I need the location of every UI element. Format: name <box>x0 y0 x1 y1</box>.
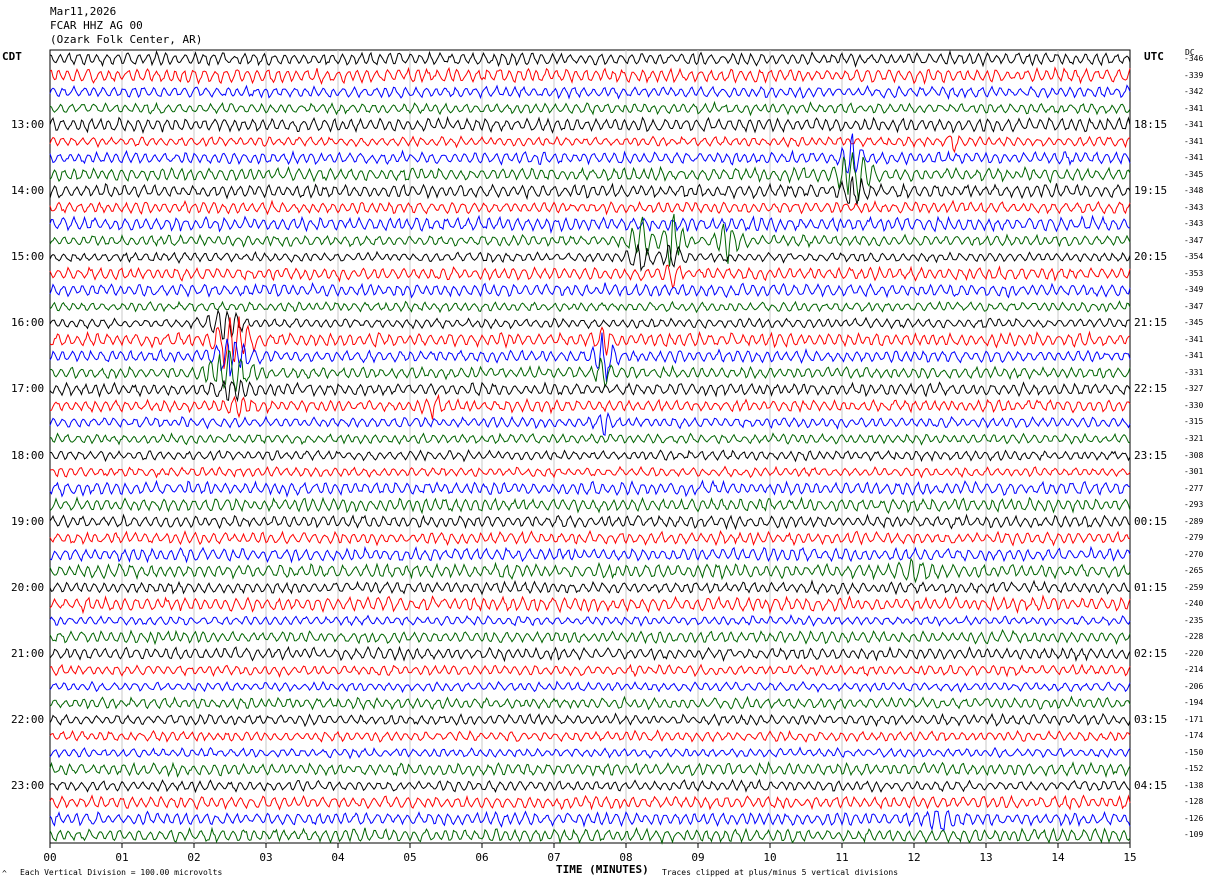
corner-mark: ^ <box>2 869 7 878</box>
seismic-trace <box>49 778 1131 794</box>
seismic-trace <box>49 712 1131 728</box>
seismic-trace <box>49 746 1131 760</box>
seismic-trace <box>49 545 1131 564</box>
seismogram-plot: 00 01 02 03 04 05 06 07 08 09 10 11 12 13 14 15 <box>43 49 1137 864</box>
x-tick-label: 10 <box>763 851 776 864</box>
seismic-trace <box>49 579 1131 596</box>
seismic-trace <box>49 199 1131 216</box>
seismic-trace <box>49 393 1131 420</box>
x-tick-label: 11 <box>835 851 848 864</box>
seismic-trace <box>49 49 1131 68</box>
x-tick-label: 13 <box>979 851 992 864</box>
seismic-trace <box>49 449 1131 463</box>
seismic-trace <box>49 760 1131 778</box>
seismic-trace <box>49 134 1131 154</box>
seismic-trace <box>49 133 1131 174</box>
seismic-trace <box>49 465 1131 479</box>
seismic-trace <box>49 729 1131 743</box>
x-tick-label: 15 <box>1123 851 1136 864</box>
x-tick-label: 05 <box>403 851 416 864</box>
seismic-trace <box>49 663 1131 678</box>
seismic-trace <box>49 826 1131 845</box>
seismic-trace <box>49 282 1131 299</box>
seismic-trace <box>49 513 1131 531</box>
seismic-trace <box>49 300 1131 314</box>
seismic-trace <box>49 695 1131 711</box>
seismic-trace <box>49 594 1131 615</box>
x-tick-label: 04 <box>331 851 345 864</box>
seismic-trace <box>49 479 1131 498</box>
seismic-trace <box>49 176 1131 205</box>
seismic-trace <box>49 529 1131 547</box>
seismic-trace <box>49 628 1131 646</box>
x-tick-label: 06 <box>475 851 488 864</box>
x-tick-label: 02 <box>187 851 200 864</box>
x-tick-label: 09 <box>691 851 704 864</box>
seismic-trace <box>49 614 1131 627</box>
clip-note: Traces clipped at plus/minus 5 vertical … <box>662 868 899 877</box>
vertical-scale-note: Each Vertical Division = 100.00 microvol… <box>20 868 223 877</box>
plot-frame <box>49 49 1131 844</box>
seismic-trace <box>49 645 1131 663</box>
seismic-trace <box>49 411 1131 436</box>
seismic-trace <box>49 100 1131 117</box>
x-tick-label: 14 <box>1051 851 1065 864</box>
x-axis-title: TIME (MINUTES) <box>556 863 649 876</box>
x-tick-label: 03 <box>259 851 272 864</box>
seismic-trace <box>49 244 1131 273</box>
seismic-trace <box>49 432 1131 446</box>
seismic-trace <box>49 115 1131 135</box>
seismic-trace <box>49 214 1131 235</box>
seismic-trace <box>49 794 1131 811</box>
seismic-trace <box>49 496 1131 515</box>
x-tick-label: 00 <box>43 851 56 864</box>
x-tick-label: 12 <box>907 851 920 864</box>
seismic-trace <box>49 680 1131 694</box>
seismic-trace <box>49 66 1131 86</box>
seismic-trace <box>49 557 1131 584</box>
seismic-trace <box>49 379 1131 403</box>
seismic-trace <box>49 264 1131 289</box>
x-tick-label: 01 <box>115 851 128 864</box>
seismic-trace <box>49 84 1131 101</box>
